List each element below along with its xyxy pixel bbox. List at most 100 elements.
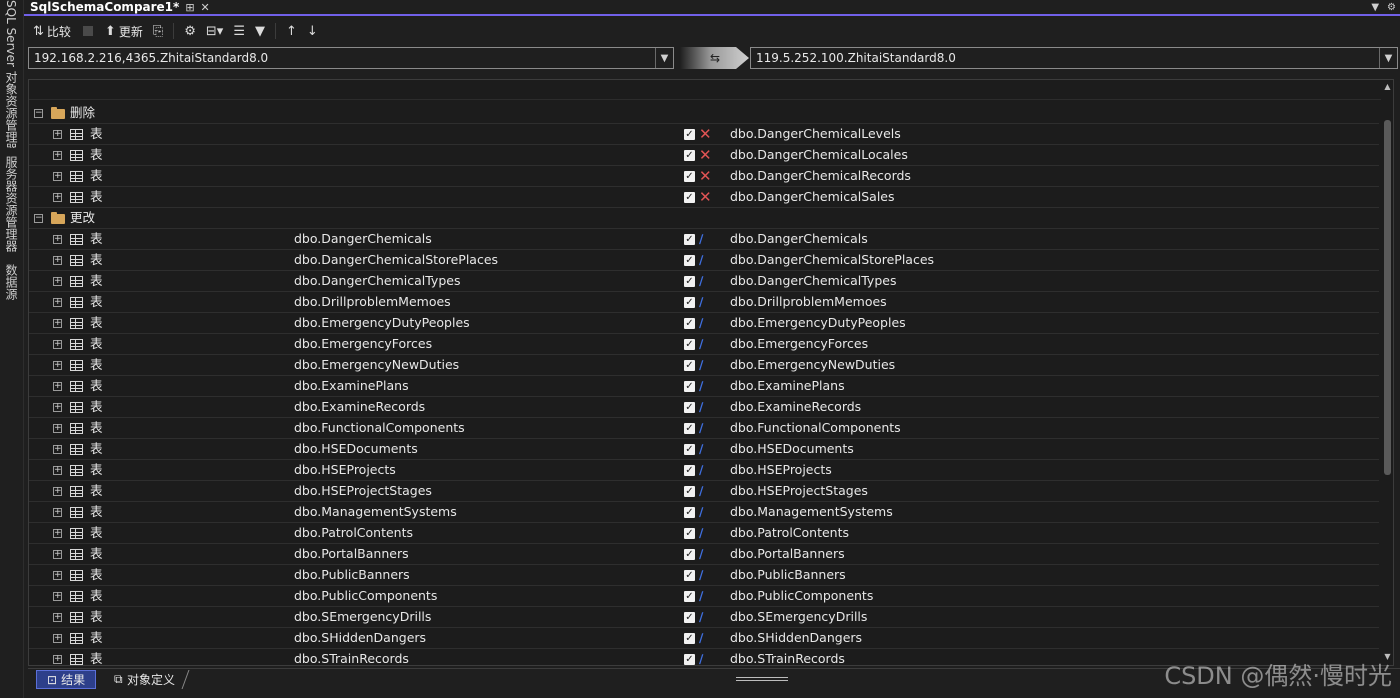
expand-icon[interactable]: + [53,508,62,517]
table-row[interactable]: + 表 ✓ ✕ dbo.DangerChemicalLocales [29,145,1379,166]
expand-icon[interactable]: + [53,592,62,601]
include-checkbox[interactable]: ✓ [684,570,695,581]
vertical-scrollbar[interactable]: ▲ ▼ [1381,80,1393,665]
scroll-thumb[interactable] [1384,120,1391,475]
expand-icon[interactable]: + [53,298,62,307]
table-row[interactable]: + 表 dbo.DangerChemicalStorePlaces ✓ ∕ dbo.Dan… [29,250,1379,271]
expand-icon[interactable]: + [53,382,62,391]
group-by-icon[interactable]: ⊟▾ [203,20,226,42]
include-checkbox[interactable]: ✓ [684,402,695,413]
table-row[interactable]: + 表 dbo.SHiddenDangers ✓ ∕ dbo.SHiddenDangers [29,628,1379,649]
collapse-icon[interactable]: − [34,214,43,223]
side-tab-server-explorer[interactable]: 服务器资源管理器 [2,156,20,256]
pin-icon[interactable]: ⊞ [185,1,194,14]
include-checkbox[interactable]: ✓ [684,591,695,602]
expand-icon[interactable]: + [53,550,62,559]
expand-icon[interactable]: + [53,403,62,412]
close-icon[interactable]: ✕ [201,1,210,14]
include-checkbox[interactable]: ✓ [684,339,695,350]
include-checkbox[interactable]: ✓ [684,318,695,329]
expand-icon[interactable]: + [53,256,62,265]
expand-icon[interactable]: + [53,613,62,622]
table-row[interactable]: + 表 ✓ ✕ dbo.DangerChemicalRecords [29,166,1379,187]
table-row[interactable]: + 表 dbo.EmergencyDutyPeoples ✓ ∕ dbo.Emergenc… [29,313,1379,334]
expand-icon[interactable]: + [53,571,62,580]
table-row[interactable]: + 表 dbo.ExamineRecords ✓ ∕ dbo.ExamineRecords [29,397,1379,418]
include-checkbox[interactable]: ✓ [684,549,695,560]
expand-icon[interactable]: + [53,340,62,349]
side-tab-sql-server-explorer[interactable]: SQL Server 对象资源管理器 [2,0,20,148]
include-checkbox[interactable]: ✓ [684,423,695,434]
update-button[interactable]: ⬆ 更新 [102,20,146,42]
table-row[interactable]: + 表 ✓ ✕ dbo.DangerChemicalLevels [29,124,1379,145]
table-row[interactable]: + 表 dbo.EmergencyForces ✓ ∕ dbo.EmergencyForc… [29,334,1379,355]
chevron-down-icon[interactable]: ▼ [655,48,673,68]
group-row[interactable]: − 删除 [29,103,1379,124]
generate-script-icon[interactable]: ⎘ [150,20,166,42]
expand-icon[interactable]: + [53,151,62,160]
include-checkbox[interactable]: ✓ [684,528,695,539]
table-row[interactable]: + 表 dbo.PublicComponents ✓ ∕ dbo.PublicCompon… [29,586,1379,607]
options-gear-icon[interactable]: ⚙ [181,20,199,42]
stop-icon[interactable] [82,26,93,36]
table-row[interactable]: + 表 dbo.PortalBanners ✓ ∕ dbo.PortalBanners [29,544,1379,565]
include-checkbox[interactable]: ✓ [684,276,695,287]
collapse-icon[interactable]: − [34,109,43,118]
include-checkbox[interactable]: ✓ [684,297,695,308]
tab-object-definitions[interactable]: ⧉ 对象定义 [100,670,190,689]
table-row[interactable]: + 表 dbo.ExaminePlans ✓ ∕ dbo.ExaminePlans [29,376,1379,397]
expand-icon[interactable]: + [53,529,62,538]
expand-icon[interactable]: + [53,130,62,139]
include-checkbox[interactable]: ✓ [684,171,695,182]
doc-tab-schema-compare[interactable]: SqlSchemaCompare1* ⊞ ✕ [27,0,216,14]
include-checkbox[interactable]: ✓ [684,150,695,161]
include-checkbox[interactable]: ✓ [684,444,695,455]
filter-funnel-icon[interactable]: ▼ [252,20,268,42]
table-row[interactable]: + 表 dbo.PatrolContents ✓ ∕ dbo.PatrolContents [29,523,1379,544]
include-checkbox[interactable]: ✓ [684,192,695,203]
next-change-icon[interactable]: ↓ [304,20,321,42]
table-row[interactable]: + 表 dbo.HSEDocuments ✓ ∕ dbo.HSEDocuments [29,439,1379,460]
table-row[interactable]: + 表 dbo.PublicBanners ✓ ∕ dbo.PublicBanners [29,565,1379,586]
table-row[interactable]: + 表 dbo.ManagementSystems ✓ ∕ dbo.ManagementS… [29,502,1379,523]
splitter-grip[interactable] [736,677,788,681]
expand-icon[interactable]: + [53,424,62,433]
include-checkbox[interactable]: ✓ [684,381,695,392]
include-checkbox[interactable]: ✓ [684,234,695,245]
source-selector[interactable]: 192.168.2.216,4365.ZhitaiStandard8.0 ▼ [28,47,674,69]
expand-icon[interactable]: + [53,487,62,496]
scroll-up-icon[interactable]: ▲ [1382,82,1393,94]
expand-icon[interactable]: + [53,193,62,202]
include-checkbox[interactable]: ✓ [684,255,695,266]
include-checkbox[interactable]: ✓ [684,360,695,371]
previous-change-icon[interactable]: ↑ [283,20,300,42]
include-checkbox[interactable]: ✓ [684,507,695,518]
table-row[interactable]: + 表 ✓ ✕ dbo.DangerChemicalSales [29,187,1379,208]
expand-icon[interactable]: + [53,319,62,328]
expand-icon[interactable]: + [53,445,62,454]
expand-icon[interactable]: + [53,277,62,286]
include-checkbox[interactable]: ✓ [684,486,695,497]
tab-results[interactable]: ⊡ 结果 [36,670,97,689]
table-row[interactable]: + 表 dbo.DangerChemicals ✓ ∕ dbo.DangerChemica… [29,229,1379,250]
tab-list-dropdown-icon[interactable]: ▼ [1371,2,1379,13]
include-checkbox[interactable]: ✓ [684,612,695,623]
include-checkbox[interactable]: ✓ [684,654,695,665]
group-row[interactable]: − 更改 [29,208,1379,229]
side-tab-data-sources[interactable]: 数据源 [2,264,20,304]
include-checkbox[interactable]: ✓ [684,465,695,476]
chevron-down-icon[interactable]: ▼ [1379,48,1397,68]
expand-icon[interactable]: + [53,235,62,244]
expand-icon[interactable]: + [53,655,62,664]
filter-list-icon[interactable]: ☰ [230,20,248,42]
expand-icon[interactable]: + [53,634,62,643]
table-row[interactable]: + 表 dbo.SEmergencyDrills ✓ ∕ dbo.SEmergencyDr… [29,607,1379,628]
table-row[interactable]: + 表 dbo.DrillproblemMemoes ✓ ∕ dbo.Drillprobl… [29,292,1379,313]
expand-icon[interactable]: + [53,172,62,181]
include-checkbox[interactable]: ✓ [684,129,695,140]
expand-icon[interactable]: + [53,361,62,370]
swap-direction-icon[interactable]: ⇆ [680,46,750,70]
expand-icon[interactable]: + [53,466,62,475]
table-row[interactable]: + 表 dbo.FunctionalComponents ✓ ∕ dbo.Function… [29,418,1379,439]
table-row[interactable]: + 表 dbo.HSEProjectStages ✓ ∕ dbo.HSEProjectSt… [29,481,1379,502]
